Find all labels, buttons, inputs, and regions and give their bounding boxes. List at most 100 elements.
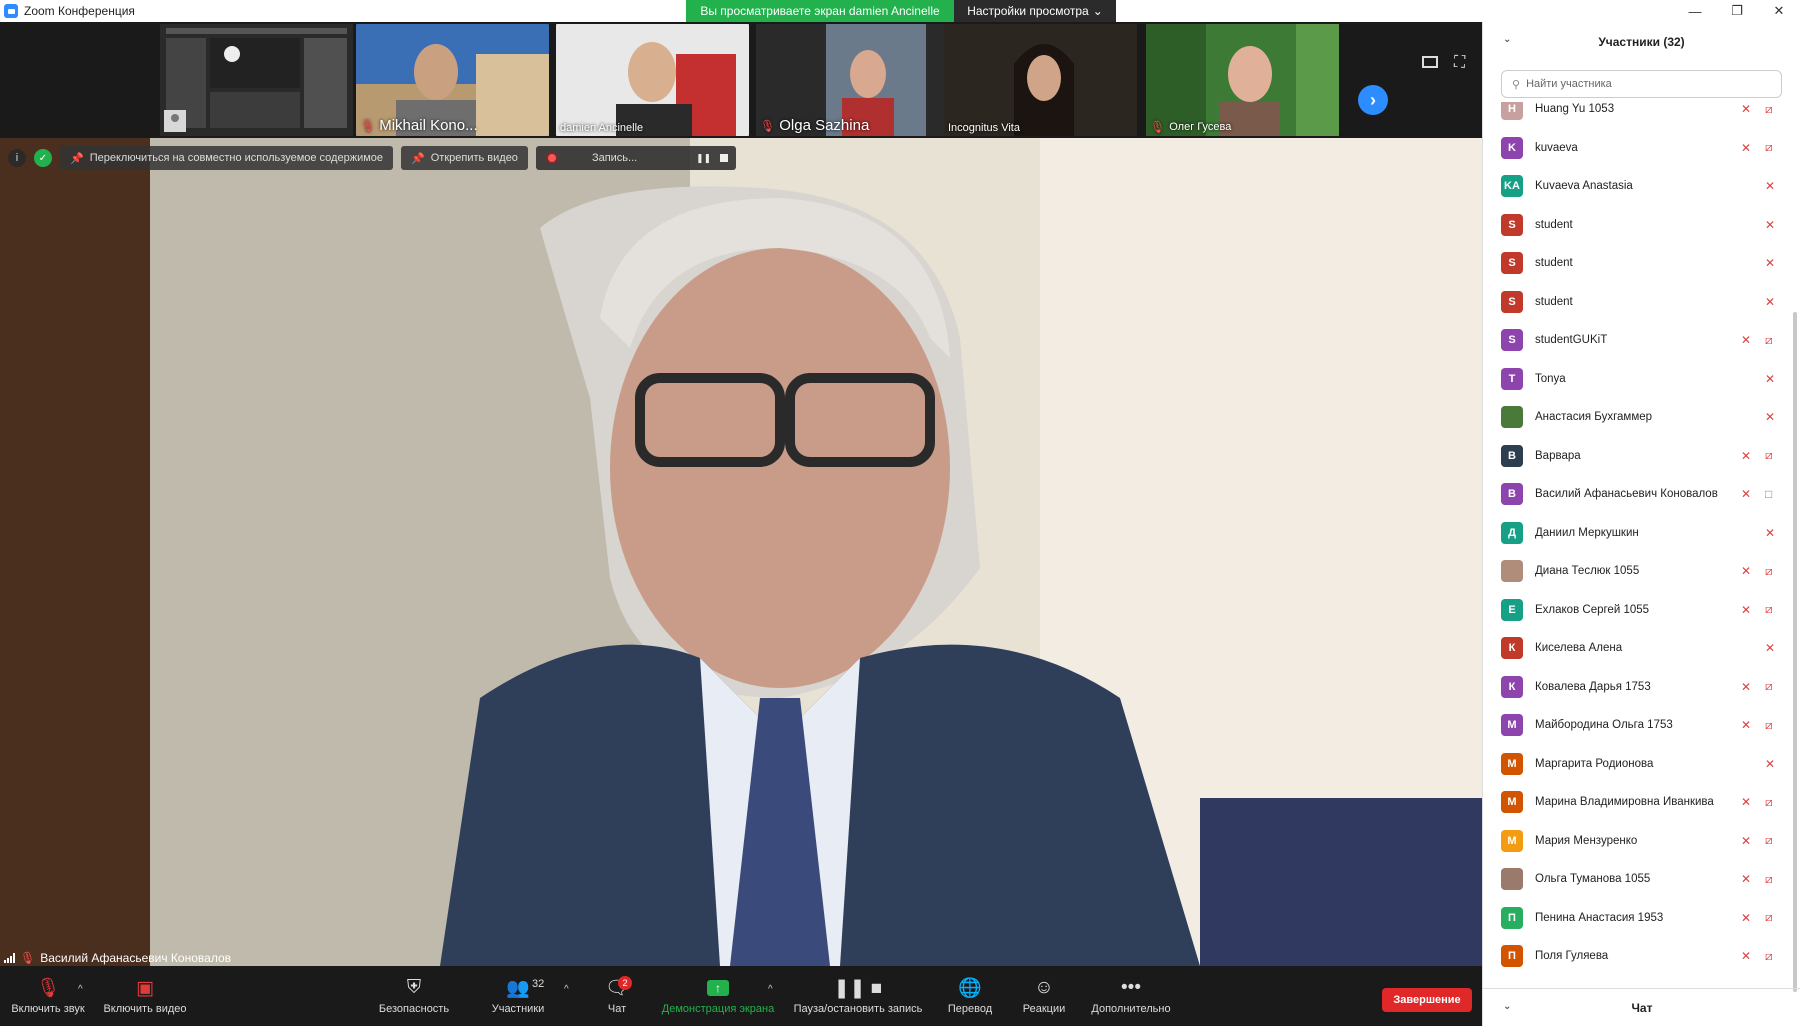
participant-row[interactable]: П Пенина Анастасия 1953 ✕ ⧄	[1483, 899, 1793, 937]
restore-icon[interactable]: ❐	[1716, 0, 1758, 22]
video-off-icon[interactable]: ⧄	[1765, 910, 1773, 925]
mic-muted-icon[interactable]: ✕	[1765, 526, 1775, 540]
mic-muted-icon[interactable]: ✕	[1765, 179, 1775, 193]
participant-row[interactable]: М Марина Владимировна Иванкива ✕ ⧄	[1483, 783, 1793, 821]
mic-muted-icon[interactable]: ✕	[1765, 757, 1775, 771]
thumbnail-participant-3[interactable]: 🎙 Olga Sazhina	[756, 24, 949, 136]
next-page-button[interactable]: ›	[1358, 85, 1388, 115]
unpin-video-button[interactable]: 📌 Открепить видео	[401, 146, 528, 170]
participant-row[interactable]: KA Kuvaeva Anastasia ✕	[1483, 167, 1793, 205]
participant-row[interactable]: К Ковалева Дарья 1753 ✕ ⧄	[1483, 668, 1793, 706]
audio-options-caret[interactable]: ^	[78, 984, 83, 995]
video-off-icon[interactable]: ⧄	[1765, 333, 1773, 348]
mic-muted-icon[interactable]: ✕	[1765, 641, 1775, 655]
participants-button[interactable]: 👥 Участники	[480, 966, 556, 1026]
thumbnail-screen-share[interactable]	[160, 24, 353, 136]
participants-options-caret[interactable]: ^	[564, 984, 569, 995]
participant-row[interactable]: Sstudent ✕	[1483, 244, 1793, 282]
participant-row[interactable]: H Huang Yu 1053 ✕ ⧄	[1483, 102, 1793, 128]
chat-section-header[interactable]: ⌄ Чат	[1483, 988, 1800, 1026]
view-options-button[interactable]: Настройки просмотра ⌄	[954, 0, 1116, 22]
participant-row[interactable]: К Киселева Алена ✕	[1483, 629, 1793, 667]
share-options-caret[interactable]: ^	[768, 984, 773, 995]
participant-row[interactable]: Sstudent ✕	[1483, 206, 1793, 244]
chevron-down-icon[interactable]: ⌄	[1503, 1001, 1511, 1012]
mic-muted-icon[interactable]: ✕	[1741, 911, 1751, 925]
mic-muted-icon[interactable]: ✕	[1741, 949, 1751, 963]
security-button[interactable]: ⛨ Безопасность	[374, 966, 454, 1026]
participant-row[interactable]: Д Даниил Меркушкин ✕	[1483, 514, 1793, 552]
encryption-shield-icon[interactable]: ✓	[34, 149, 52, 167]
close-icon[interactable]: ✕	[1758, 0, 1800, 22]
video-on-icon[interactable]: □	[1765, 487, 1772, 501]
mic-muted-icon[interactable]: ✕	[1765, 295, 1775, 309]
search-input[interactable]	[1526, 78, 1757, 90]
thumbnail-participant-1[interactable]: 🎙 Mikhail Kono...	[356, 24, 549, 136]
video-off-icon[interactable]: ⧄	[1765, 679, 1773, 694]
mic-muted-icon[interactable]: ✕	[1765, 372, 1775, 386]
video-off-icon[interactable]: ⧄	[1765, 140, 1773, 155]
participant-row[interactable]: Sstudent ✕	[1483, 283, 1793, 321]
participant-row[interactable]: М Маргарита Родионова ✕	[1483, 745, 1793, 783]
mic-muted-icon[interactable]: ✕	[1741, 680, 1751, 694]
mic-muted-icon[interactable]: ✕	[1741, 102, 1751, 116]
pause-recording-icon[interactable]: ❚❚	[696, 153, 711, 164]
participant-row[interactable]: SstudentGUKiT ✕ ⧄	[1483, 321, 1793, 359]
mic-muted-icon[interactable]: ✕	[1741, 795, 1751, 809]
chat-button[interactable]: 🗨 Чат	[592, 966, 642, 1026]
chevron-down-icon[interactable]: ⌄	[1503, 34, 1511, 45]
fullscreen-icon[interactable]: ⛶	[1454, 54, 1470, 71]
participant-row[interactable]: Анастасия Бухгаммер ✕	[1483, 398, 1793, 436]
video-off-icon[interactable]: ⧄	[1765, 602, 1773, 617]
start-video-button[interactable]: ▣ Включить видео	[100, 966, 190, 1026]
pause-stop-recording-button[interactable]: ❚❚ ■ Пауза/остановить запись	[788, 966, 928, 1026]
participant-row[interactable]: Диана Теслюк 1055 ✕ ⧄	[1483, 552, 1793, 590]
video-off-icon[interactable]: ⧄	[1765, 102, 1773, 117]
video-off-icon[interactable]: ⧄	[1765, 949, 1773, 964]
mic-muted-icon[interactable]: ✕	[1741, 834, 1751, 848]
participant-row[interactable]: T Tonya ✕	[1483, 360, 1793, 398]
unmute-button[interactable]: 🎙 Включить звук	[8, 966, 88, 1026]
participant-row[interactable]: Kkuvaeva ✕ ⧄	[1483, 129, 1793, 167]
mic-muted-icon[interactable]: ✕	[1765, 218, 1775, 232]
mic-muted-icon[interactable]: ✕	[1741, 564, 1751, 578]
mic-muted-icon[interactable]: ✕	[1741, 449, 1751, 463]
share-screen-button[interactable]: ↑ Демонстрация экрана	[656, 966, 780, 1026]
mic-muted-icon[interactable]: ✕	[1741, 487, 1751, 501]
participant-row[interactable]: М Майбородина Ольга 1753 ✕ ⧄	[1483, 706, 1793, 744]
participant-search[interactable]: ⚲	[1501, 70, 1782, 98]
minimize-icon[interactable]: —	[1674, 0, 1716, 22]
video-off-icon[interactable]: ⧄	[1765, 564, 1773, 579]
video-off-icon[interactable]: ⧄	[1765, 448, 1773, 463]
participants-list[interactable]: H Huang Yu 1053 ✕ ⧄ Kkuvaeva ✕ ⧄ KA Kuvaeva Anas…	[1483, 102, 1793, 982]
participant-row[interactable]: П Поля Гуляева ✕ ⧄	[1483, 937, 1793, 975]
video-off-icon[interactable]: ⧄	[1765, 795, 1773, 810]
thumbnail-participant-5[interactable]: 🎙 Олег Гусева	[1146, 24, 1339, 136]
participants-scrollbar[interactable]	[1793, 312, 1797, 992]
reactions-button[interactable]: ☺ Реакции	[1016, 966, 1072, 1026]
mic-muted-icon[interactable]: ✕	[1765, 256, 1775, 270]
video-off-icon[interactable]: ⧄	[1765, 718, 1773, 733]
mic-muted-icon[interactable]: ✕	[1765, 410, 1775, 424]
participant-row[interactable]: В Василий Афанасьевич Коновалов ✕ □	[1483, 475, 1793, 513]
video-off-icon[interactable]: ⧄	[1765, 872, 1773, 887]
thumbnail-participant-2[interactable]: damien Ancinelle	[556, 24, 749, 136]
end-meeting-button[interactable]: Завершение	[1382, 988, 1472, 1012]
translation-button[interactable]: 🌐 Перевод	[940, 966, 1000, 1026]
participant-row[interactable]: Е Ехлаков Сергей 1055 ✕ ⧄	[1483, 591, 1793, 629]
thumbnail-participant-4[interactable]: Incognitus Vita	[944, 24, 1137, 136]
participant-row[interactable]: В Варвара ✕ ⧄	[1483, 437, 1793, 475]
info-icon[interactable]: i	[8, 149, 26, 167]
more-button[interactable]: ••• Дополнительно	[1086, 966, 1176, 1026]
mic-muted-icon[interactable]: ✕	[1741, 141, 1751, 155]
mic-muted-icon[interactable]: ✕	[1741, 872, 1751, 886]
participant-row[interactable]: Ольга Туманова 1055 ✕ ⧄	[1483, 860, 1793, 898]
mic-muted-icon[interactable]: ✕	[1741, 603, 1751, 617]
switch-shared-content-button[interactable]: 📌 Переключиться на совместно используемое…	[60, 146, 394, 170]
stop-recording-icon[interactable]	[719, 154, 728, 162]
mic-muted-icon[interactable]: ✕	[1741, 718, 1751, 732]
gallery-view-icon[interactable]	[1422, 56, 1438, 68]
video-off-icon[interactable]: ⧄	[1765, 833, 1773, 848]
participant-row[interactable]: М Мария Мензуренко ✕ ⧄	[1483, 822, 1793, 860]
mic-muted-icon[interactable]: ✕	[1741, 333, 1751, 347]
